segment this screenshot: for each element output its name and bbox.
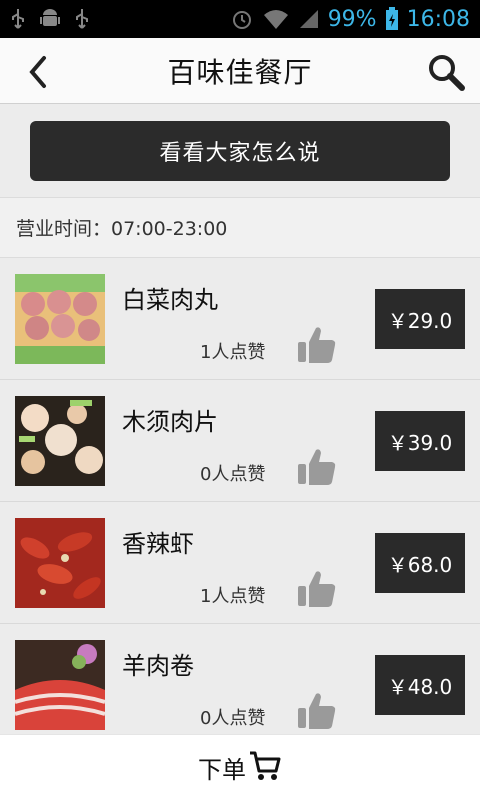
like-count: 1人点赞: [200, 342, 266, 363]
dish-name: 木须肉片: [122, 408, 218, 436]
back-button[interactable]: [18, 52, 58, 92]
app-header: 百味佳餐厅: [0, 38, 480, 104]
chevron-left-icon: [29, 56, 46, 88]
like-count: 0人点赞: [200, 464, 266, 485]
list-item[interactable]: 白菜肉丸 1人点赞 ￥29.0: [0, 258, 480, 380]
status-bar: 99% 16:08: [0, 0, 480, 38]
menu-list[interactable]: 白菜肉丸 1人点赞 ￥29.0 木须肉片 0人点赞 ￥39.0 香辣虾 1人点赞…: [0, 258, 480, 734]
usb-icon: [10, 8, 26, 30]
search-button[interactable]: [424, 50, 468, 94]
like-count: 0人点赞: [200, 708, 266, 729]
android-icon: [40, 8, 60, 30]
price-button[interactable]: ￥39.0: [375, 411, 465, 471]
thumbs-up-icon[interactable]: [296, 568, 338, 610]
signal-icon: [298, 8, 320, 30]
business-hours: 营业时间：07:00-23:00: [0, 198, 480, 258]
wifi-icon: [262, 8, 290, 30]
order-button-label[interactable]: 下单: [198, 750, 246, 785]
view-reviews-button[interactable]: 看看大家怎么说: [30, 120, 450, 181]
thumbs-up-icon[interactable]: [296, 324, 338, 366]
dish-image: [15, 274, 105, 364]
list-item[interactable]: 木须肉片 0人点赞 ￥39.0: [0, 380, 480, 502]
reviews-cta-section: 看看大家怎么说: [0, 104, 480, 198]
like-count: 1人点赞: [200, 586, 266, 607]
list-item[interactable]: 羊肉卷 0人点赞 ￥48.0: [0, 624, 480, 734]
price-button[interactable]: ￥48.0: [375, 655, 465, 715]
dish-name: 羊肉卷: [122, 652, 194, 680]
status-right: 99% 16:08: [230, 7, 470, 32]
dish-name: 白菜肉丸: [122, 286, 218, 314]
list-item[interactable]: 香辣虾 1人点赞 ￥68.0: [0, 502, 480, 624]
clock: 16:08: [406, 6, 470, 32]
search-icon: [429, 55, 465, 91]
alarm-icon: [230, 7, 254, 31]
order-bar[interactable]: 下单: [0, 734, 480, 800]
price-button[interactable]: ￥29.0: [375, 289, 465, 349]
page-title: 百味佳餐厅: [167, 55, 313, 89]
cart-icon[interactable]: [248, 750, 282, 786]
dish-name: 香辣虾: [122, 530, 194, 558]
price-button[interactable]: ￥68.0: [375, 533, 465, 593]
thumbs-up-icon[interactable]: [296, 690, 338, 732]
dish-image: [15, 640, 105, 730]
dish-image: [15, 396, 105, 486]
thumbs-up-icon[interactable]: [296, 446, 338, 488]
battery-icon: [385, 7, 399, 31]
battery-percent: 99%: [327, 6, 377, 32]
dish-image: [15, 518, 105, 608]
status-left-icons: [10, 8, 90, 30]
usb-icon: [74, 8, 90, 30]
